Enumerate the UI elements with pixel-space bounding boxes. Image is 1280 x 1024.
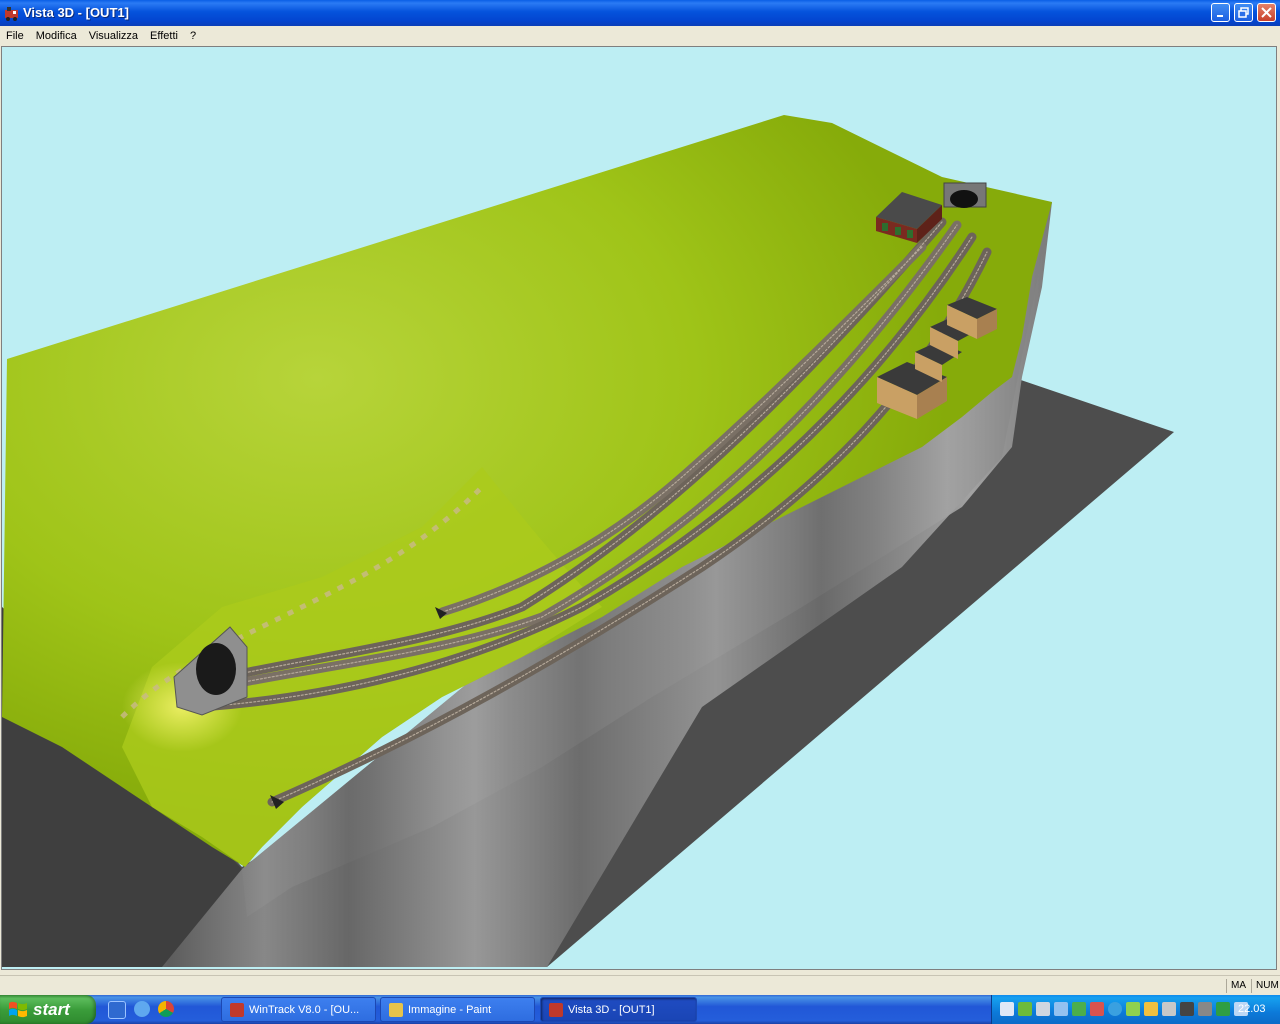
tray-volume-icon[interactable] bbox=[1162, 1002, 1176, 1016]
task-label: Vista 3D - [OUT1] bbox=[568, 1003, 655, 1016]
close-button[interactable] bbox=[1257, 3, 1276, 22]
start-button[interactable]: start bbox=[0, 995, 96, 1024]
tray-icons bbox=[1000, 1002, 1248, 1016]
minimize-icon bbox=[1216, 14, 1223, 17]
menu-bar: File Modifica Visualizza Effetti ? bbox=[0, 26, 1280, 45]
clock[interactable]: 22.03 bbox=[1238, 1003, 1266, 1015]
minimize-button[interactable] bbox=[1211, 3, 1230, 22]
status-bar: MA NUM bbox=[0, 975, 1280, 996]
wintrack-icon bbox=[230, 1002, 244, 1017]
chrome-icon[interactable] bbox=[158, 1001, 174, 1017]
task-paint[interactable]: Immagine - Paint bbox=[380, 997, 535, 1022]
status-ma: MA bbox=[1226, 979, 1246, 993]
status-num: NUM bbox=[1251, 979, 1279, 993]
internet-explorer-icon[interactable] bbox=[134, 1001, 150, 1017]
menu-modifica[interactable]: Modifica bbox=[30, 30, 83, 42]
tray-folder-icon[interactable] bbox=[1144, 1002, 1158, 1016]
menu-file[interactable]: File bbox=[0, 30, 30, 42]
train-app-icon bbox=[549, 1002, 563, 1017]
tray-security-icon[interactable] bbox=[1018, 1002, 1032, 1016]
tray-monitor-icon[interactable] bbox=[1090, 1002, 1104, 1016]
tray-check-icon[interactable] bbox=[1072, 1002, 1086, 1016]
layout-3d-scene[interactable] bbox=[2, 47, 1276, 969]
tray-signal-icon[interactable] bbox=[1126, 1002, 1140, 1016]
task-vista3d[interactable]: Vista 3D - [OUT1] bbox=[540, 997, 697, 1022]
tunnel-portal-right bbox=[943, 182, 987, 208]
close-icon bbox=[1261, 7, 1272, 18]
tray-network-icon[interactable] bbox=[1000, 1002, 1014, 1016]
title-bar: Vista 3D - [OUT1] bbox=[0, 0, 1280, 26]
start-label: start bbox=[33, 999, 70, 1019]
quick-launch bbox=[108, 1001, 174, 1019]
tray-refresh-icon[interactable] bbox=[1108, 1002, 1122, 1016]
paint-icon bbox=[389, 1002, 403, 1017]
task-wintrack[interactable]: WinTrack V8.0 - [OU... bbox=[221, 997, 376, 1022]
menu-visualizza[interactable]: Visualizza bbox=[83, 30, 144, 42]
task-label: Immagine - Paint bbox=[408, 1003, 492, 1016]
restore-button[interactable] bbox=[1234, 3, 1253, 22]
system-tray: 22.03 bbox=[991, 995, 1280, 1024]
menu-effetti[interactable]: Effetti bbox=[144, 30, 184, 42]
train-app-icon bbox=[5, 7, 18, 21]
tray-wifi-icon[interactable] bbox=[1054, 1002, 1068, 1016]
restore-icon bbox=[1238, 7, 1249, 18]
window-title: Vista 3D - [OUT1] bbox=[23, 5, 129, 20]
task-label: WinTrack V8.0 - [OU... bbox=[249, 1003, 360, 1016]
show-desktop-icon[interactable] bbox=[108, 1001, 126, 1019]
tray-green-icon[interactable] bbox=[1216, 1002, 1230, 1016]
3d-viewport[interactable] bbox=[1, 46, 1277, 970]
tray-app-icon[interactable] bbox=[1180, 1002, 1194, 1016]
taskbar: start WinTrack V8.0 - [OU... Immagine - … bbox=[0, 995, 1280, 1024]
tray-disk-icon[interactable] bbox=[1198, 1002, 1212, 1016]
windows-flag-icon bbox=[9, 1001, 27, 1017]
menu-help[interactable]: ? bbox=[184, 30, 202, 42]
tray-device-icon[interactable] bbox=[1036, 1002, 1050, 1016]
